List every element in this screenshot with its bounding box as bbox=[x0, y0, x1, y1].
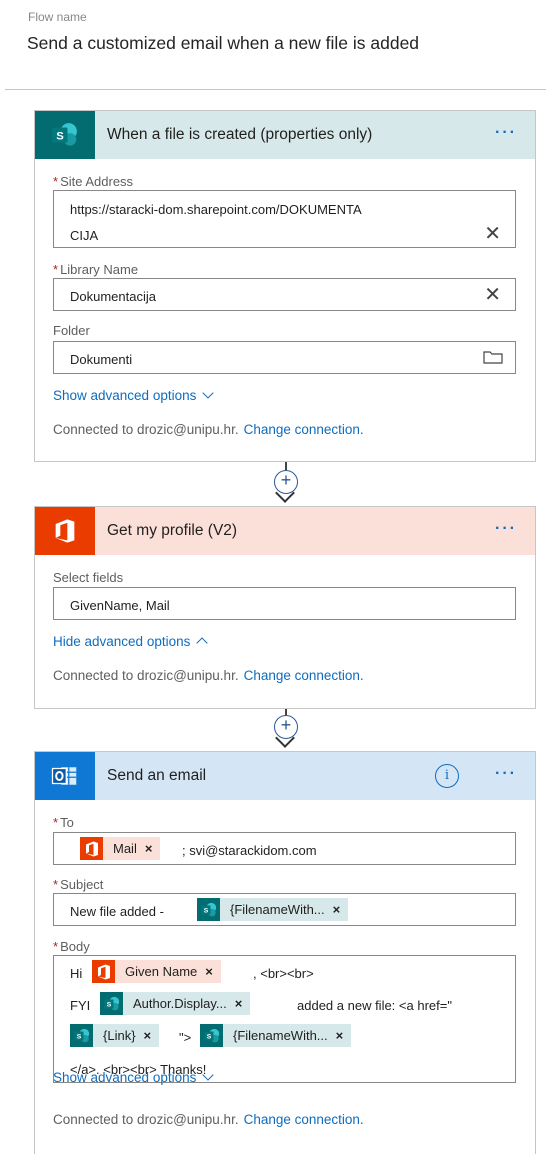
close-icon[interactable]: ✕ bbox=[484, 224, 501, 244]
library-name-value: Dokumentacija bbox=[70, 289, 156, 304]
folder-label: Folder bbox=[53, 323, 90, 338]
body-field[interactable]: Hi Given Name × , <br><br> FYI Author.Di… bbox=[53, 955, 516, 1083]
close-icon[interactable]: × bbox=[144, 1028, 160, 1043]
token-label: Mail bbox=[113, 841, 137, 856]
trigger-card: When a file is created (properties only)… bbox=[34, 110, 536, 462]
site-address-label: * Site Address bbox=[53, 174, 134, 189]
body-text: FYI bbox=[70, 998, 91, 1013]
get-profile-title: Get my profile (V2) bbox=[107, 522, 238, 539]
info-icon[interactable]: i bbox=[435, 764, 459, 788]
site-address-field[interactable]: https://staracki-dom.sharepoint.com/DOKU… bbox=[53, 190, 516, 248]
library-name-field[interactable]: Dokumentacija ✕ bbox=[53, 278, 516, 311]
step-connector: + bbox=[274, 709, 298, 753]
body-text: , <br><br> bbox=[253, 966, 314, 981]
office-icon bbox=[35, 507, 95, 555]
select-fields-label: Select fields bbox=[53, 570, 124, 585]
outlook-icon bbox=[35, 752, 95, 800]
token-label: {FilenameWith... bbox=[230, 902, 325, 917]
connection-info: Connected to drozic@unipu.hr. Change conn… bbox=[53, 668, 364, 683]
token-label: Author.Display... bbox=[133, 996, 227, 1011]
folder-field[interactable]: Dokumenti bbox=[53, 341, 516, 374]
connection-info: Connected to drozic@unipu.hr. Change conn… bbox=[53, 422, 364, 437]
send-email-header[interactable]: Send an email i ··· bbox=[35, 752, 535, 800]
close-icon[interactable]: ✕ bbox=[484, 285, 501, 305]
token-label: {Link} bbox=[103, 1028, 136, 1043]
flow-name-label: Flow name bbox=[28, 10, 87, 24]
close-icon[interactable]: × bbox=[333, 902, 349, 917]
divider bbox=[5, 89, 546, 90]
trigger-title: When a file is created (properties only) bbox=[107, 126, 373, 143]
more-icon[interactable]: ··· bbox=[495, 520, 517, 538]
change-connection-link[interactable]: Change connection. bbox=[244, 422, 364, 437]
subject-prefix: New file added - bbox=[70, 904, 164, 919]
get-profile-header[interactable]: Get my profile (V2) ··· bbox=[35, 507, 535, 555]
more-icon[interactable]: ··· bbox=[495, 124, 517, 142]
send-email-title: Send an email bbox=[107, 767, 207, 784]
close-icon[interactable]: × bbox=[235, 996, 251, 1011]
site-address-value-line1: https://staracki-dom.sharepoint.com/DOKU… bbox=[70, 202, 362, 217]
flow-name-field[interactable]: Send a customized email when a new file … bbox=[27, 33, 419, 54]
folder-value: Dokumenti bbox=[70, 352, 133, 367]
sharepoint-icon bbox=[197, 898, 220, 921]
step-connector: + bbox=[274, 462, 298, 506]
token-label: Given Name bbox=[125, 964, 198, 979]
sharepoint-icon bbox=[70, 1024, 93, 1047]
to-recipients: ; svi@starackidom.com bbox=[182, 843, 317, 858]
body-text: Hi bbox=[70, 966, 83, 981]
body-label: * Body bbox=[53, 939, 90, 954]
sharepoint-icon bbox=[35, 111, 95, 159]
link-token[interactable]: {Link} × bbox=[70, 1024, 160, 1047]
sharepoint-icon bbox=[200, 1024, 223, 1047]
author-token[interactable]: Author.Display... × bbox=[100, 992, 251, 1015]
subject-field[interactable]: New file added - {FilenameWith... × bbox=[53, 893, 516, 926]
select-fields-value: GivenName, Mail bbox=[70, 598, 170, 613]
folder-icon[interactable] bbox=[483, 350, 503, 364]
show-advanced-options[interactable]: Show advanced options bbox=[53, 387, 215, 403]
filename-token[interactable]: {FilenameWith... × bbox=[200, 1024, 352, 1047]
change-connection-link[interactable]: Change connection. bbox=[244, 668, 364, 683]
chevron-up-icon bbox=[196, 637, 209, 649]
filename-token[interactable]: {FilenameWith... × bbox=[197, 898, 349, 921]
given-name-token[interactable]: Given Name × bbox=[92, 960, 221, 983]
to-field[interactable]: Mail × ; svi@starackidom.com bbox=[53, 832, 516, 865]
close-icon[interactable]: × bbox=[145, 841, 161, 856]
site-address-value-line2: CIJA bbox=[70, 228, 99, 243]
library-name-label: * Library Name bbox=[53, 262, 139, 277]
token-label: {FilenameWith... bbox=[233, 1028, 328, 1043]
close-icon[interactable]: × bbox=[205, 964, 221, 979]
chevron-down-icon bbox=[202, 1069, 215, 1081]
office-icon bbox=[92, 960, 115, 983]
close-icon[interactable]: × bbox=[336, 1028, 352, 1043]
mail-token[interactable]: Mail × bbox=[80, 837, 161, 860]
get-profile-card: Get my profile (V2) ··· Select fields Gi… bbox=[34, 506, 536, 709]
subject-label: * Subject bbox=[53, 877, 104, 892]
change-connection-link[interactable]: Change connection. bbox=[244, 1112, 364, 1127]
trigger-header[interactable]: When a file is created (properties only)… bbox=[35, 111, 535, 159]
office-icon bbox=[80, 837, 103, 860]
chevron-down-icon bbox=[202, 387, 215, 399]
send-email-card: Send an email i ··· * To Mail × ; svi@sta… bbox=[34, 751, 536, 1154]
hide-advanced-options[interactable]: Hide advanced options bbox=[53, 634, 209, 649]
select-fields-input[interactable]: GivenName, Mail bbox=[53, 587, 516, 620]
body-text: "> bbox=[179, 1030, 192, 1045]
show-advanced-options[interactable]: Show advanced options bbox=[53, 1069, 215, 1085]
to-label: * To bbox=[53, 815, 74, 830]
connection-info: Connected to drozic@unipu.hr. Change conn… bbox=[53, 1112, 364, 1127]
more-icon[interactable]: ··· bbox=[495, 765, 517, 783]
body-text: added a new file: <a href=" bbox=[297, 998, 452, 1013]
sharepoint-icon bbox=[100, 992, 123, 1015]
